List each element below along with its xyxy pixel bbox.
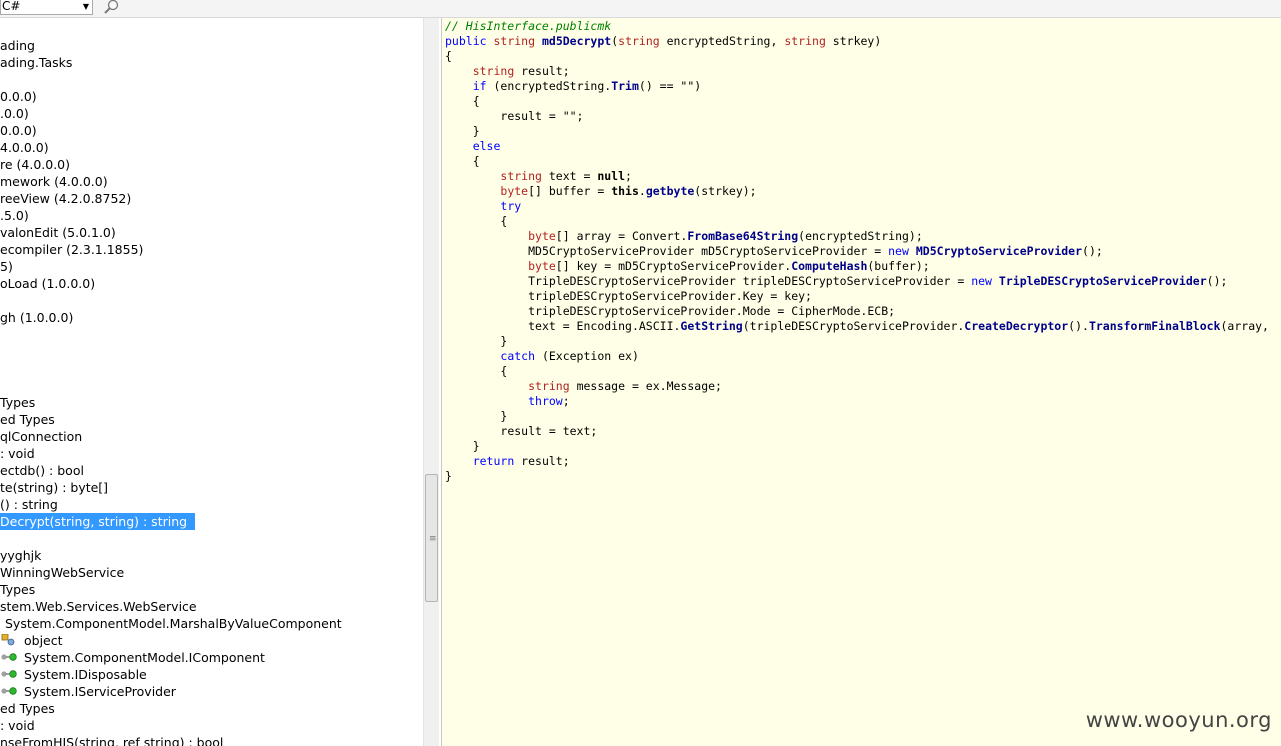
tree-item[interactable]: Types	[0, 394, 35, 411]
tree-item[interactable]: 4.0.0.0)	[0, 139, 49, 156]
code-editor[interactable]: // HisInterface.publicmk public string m…	[441, 18, 1281, 746]
dropdown-arrow-icon: ▼	[82, 2, 89, 11]
tree-item[interactable]: nseFromHIS(string, ref string) : bool	[0, 734, 223, 746]
tree-item[interactable]: 0.0.0)	[0, 88, 37, 105]
tree-item[interactable]: ectdb() : bool	[0, 462, 84, 479]
scrollbar-thumb[interactable]: ≡	[425, 474, 438, 602]
decompiled-source: // HisInterface.publicmk public string m…	[445, 19, 1269, 483]
tree-item[interactable]: re (4.0.0.0)	[0, 156, 70, 173]
interface-icon	[0, 667, 18, 679]
magnifier-icon	[104, 0, 119, 14]
tree-item[interactable]: .0.0)	[0, 105, 29, 122]
tree-item[interactable]: 5)	[0, 258, 13, 275]
tree-item[interactable]: object	[0, 632, 63, 649]
tree-item[interactable]: yyghjk	[0, 547, 41, 564]
tree-item[interactable]: WinningWebService	[0, 564, 124, 581]
tree-item[interactable]: mework (4.0.0.0)	[0, 173, 108, 190]
tree-item[interactable]: () : string	[0, 496, 58, 513]
tree-item[interactable]: reeView (4.2.0.8752)	[0, 190, 131, 207]
tree-item[interactable]: te(string) : byte[]	[0, 479, 108, 496]
search-button[interactable]	[102, 0, 121, 16]
interface-icon	[0, 684, 18, 696]
class-icon	[0, 633, 18, 646]
tree-item[interactable]: ading.Tasks	[0, 54, 72, 71]
language-value: C#	[2, 0, 21, 13]
tree-item[interactable]: System.ComponentModel.IComponent	[0, 649, 265, 666]
assembly-tree[interactable]: ading ading.Tasks 0.0.0) .0.0) 0.0.0) 4.…	[0, 18, 423, 746]
tree-item[interactable]: qlConnection	[0, 428, 82, 445]
tree-scrollbar[interactable]: ≡	[423, 18, 439, 746]
grip-icon: ≡	[429, 534, 437, 544]
tree-item[interactable]: oLoad (1.0.0.0)	[0, 275, 95, 292]
interface-icon	[0, 650, 18, 662]
tree-item[interactable]: .5.0)	[0, 207, 29, 224]
tree-item[interactable]: gh (1.0.0.0)	[0, 309, 73, 326]
tree-item[interactable]: ading	[0, 37, 35, 54]
method-name: md5Decrypt	[541, 34, 612, 48]
tree-item[interactable]: ecompiler (2.3.1.1855)	[0, 241, 143, 258]
tree-item[interactable]: stem.Web.Services.WebService	[0, 598, 197, 615]
tree-item[interactable]: System.IServiceProvider	[0, 683, 176, 700]
watermark: www.wooyun.org	[1085, 708, 1272, 732]
tree-item[interactable]: ed Types	[0, 411, 55, 428]
tree-item[interactable]: Types	[0, 581, 35, 598]
tree-item-selected[interactable]: Decrypt(string, string) : string	[0, 513, 196, 530]
tree-item[interactable]: System.ComponentModel.MarshalByValueComp…	[5, 615, 342, 632]
code-comment: // HisInterface.publicmk	[445, 19, 612, 33]
tree-item[interactable]: ed Types	[0, 700, 55, 717]
tree-item[interactable]: valonEdit (5.0.1.0)	[0, 224, 116, 241]
tree-item[interactable]: 0.0.0)	[0, 122, 37, 139]
tree-item[interactable]: : void	[0, 445, 35, 462]
tree-item[interactable]: : void	[0, 717, 35, 734]
toolbar: C# ▼	[0, 0, 1281, 18]
language-dropdown[interactable]: C# ▼	[0, 0, 93, 15]
tree-item[interactable]: System.IDisposable	[0, 666, 147, 683]
